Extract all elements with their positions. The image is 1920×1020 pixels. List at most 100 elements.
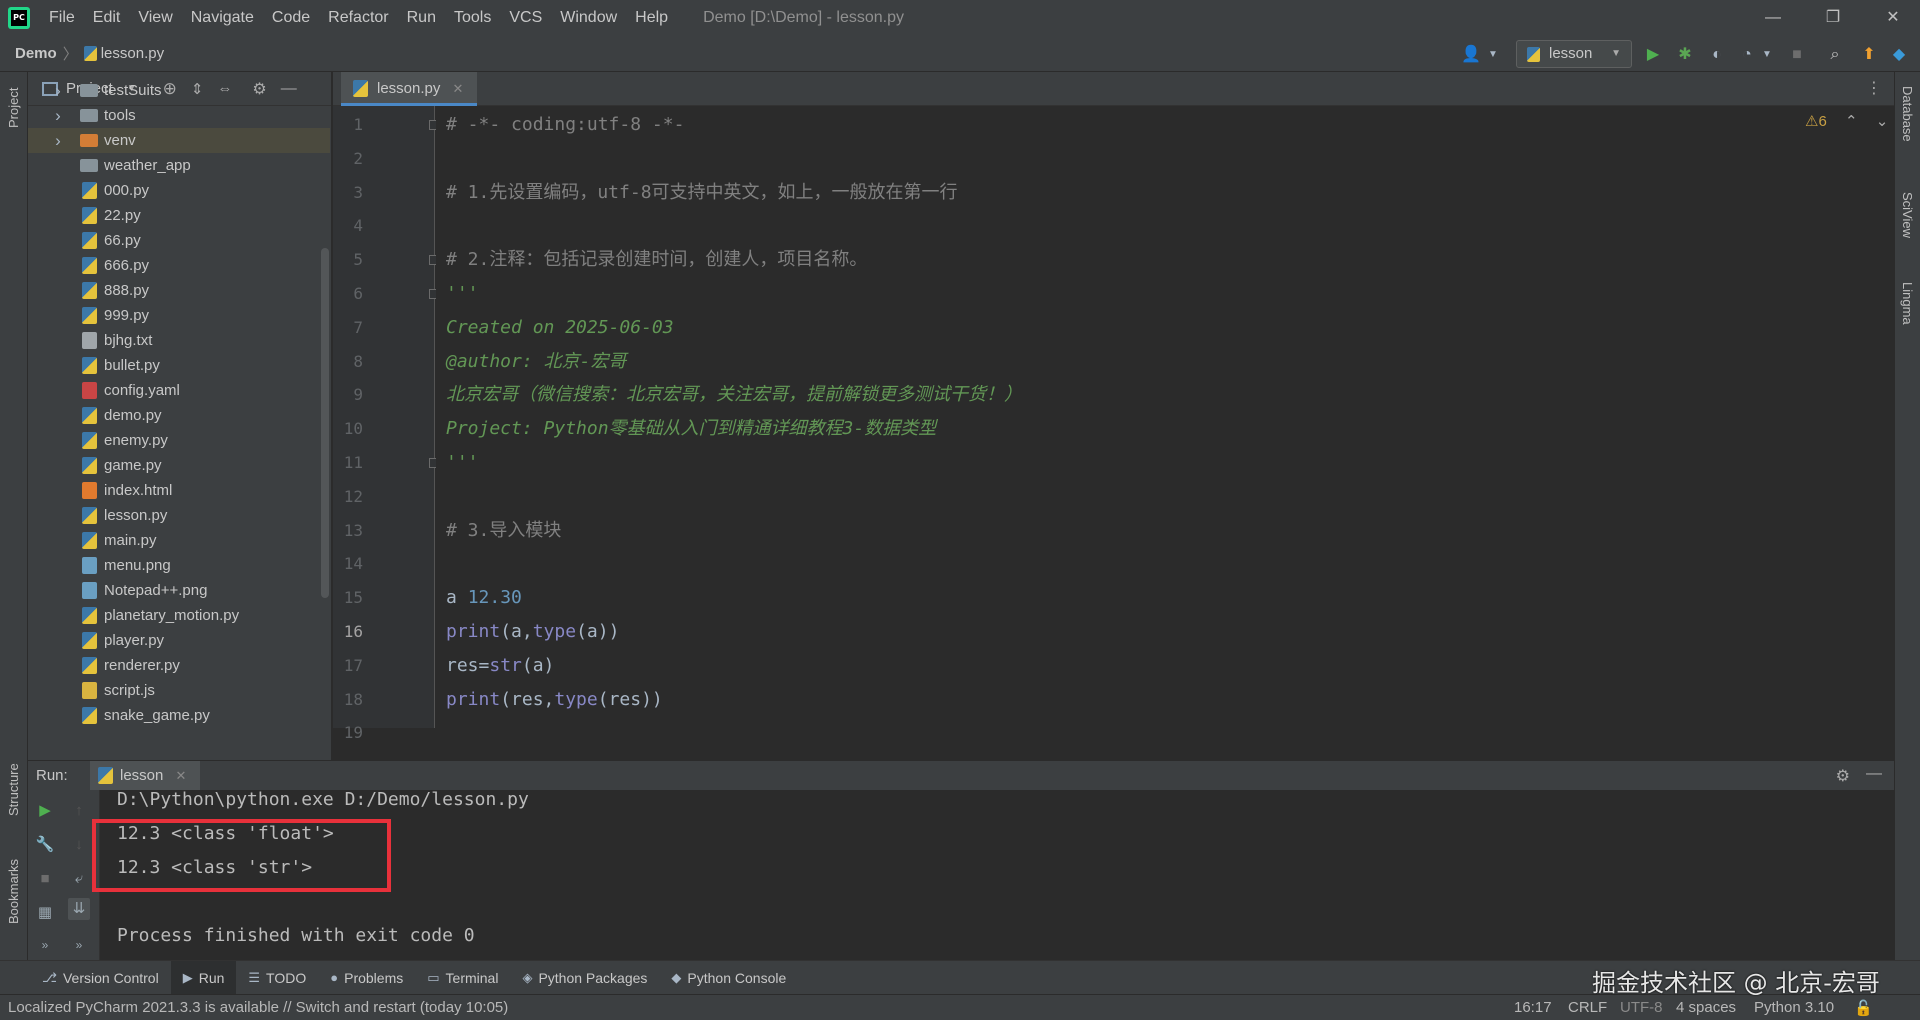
code-line[interactable]: 北京宏哥（微信搜索：北京宏哥，关注宏哥，提前解锁更多测试干货！） xyxy=(446,378,1022,412)
structure-tool-button[interactable]: Structure xyxy=(6,763,21,816)
code-line[interactable]: a 12.30 xyxy=(446,581,522,615)
file-encoding[interactable]: UTF-8 xyxy=(1620,999,1663,1016)
code-line[interactable]: Created on 2025-06-03 xyxy=(446,311,674,345)
scroll-to-end-icon[interactable]: ⇊ xyxy=(68,898,90,920)
lock-icon[interactable]: 🔓 xyxy=(1854,999,1873,1017)
tool-tab-version-control[interactable]: ⎇ Version Control xyxy=(30,961,171,995)
menu-item-file[interactable]: File xyxy=(40,0,84,36)
hide-panel-icon[interactable]: — xyxy=(1866,765,1882,783)
python-interpreter[interactable]: Python 3.10 xyxy=(1754,999,1834,1016)
code-editor[interactable]: # -*- coding:utf-8 -*- # 1.先设置编码，utf-8可支持… xyxy=(436,106,1891,728)
layout-icon[interactable]: ▦ xyxy=(34,902,56,924)
minimize-button[interactable]: — xyxy=(1746,0,1800,36)
stop-icon[interactable]: ■ xyxy=(1786,44,1808,66)
menu-item-view[interactable]: View xyxy=(129,0,181,36)
project-tree-item[interactable]: 66.py xyxy=(28,228,330,253)
arrow-down-icon[interactable]: ↓ xyxy=(68,834,90,856)
code-line[interactable]: # 2.注释：包括记录创建时间，创建人，项目名称。 xyxy=(446,243,867,277)
project-tree-item[interactable]: weather_app xyxy=(28,153,330,178)
status-message[interactable]: Localized PyCharm 2021.3.3 is available … xyxy=(8,999,508,1016)
tool-tab-run[interactable]: ▶ Run xyxy=(170,960,237,995)
caret-position[interactable]: 16:17 xyxy=(1514,999,1552,1016)
project-tree-item[interactable]: 000.py xyxy=(28,178,330,203)
close-tab-icon[interactable]: ✕ xyxy=(176,768,187,783)
code-line[interactable]: # 1.先设置编码，utf-8可支持中英文，如上，一般放在第一行 xyxy=(446,176,958,210)
project-tree-item[interactable]: script.js xyxy=(28,678,330,703)
project-tool-button[interactable]: Project xyxy=(6,88,21,128)
project-tree-item[interactable]: bjhg.txt xyxy=(28,328,330,353)
project-tree-item[interactable]: › testSuits xyxy=(28,78,330,103)
wrench-icon[interactable]: 🔧 xyxy=(34,834,56,856)
stop-icon[interactable]: ■ xyxy=(34,868,56,890)
bookmarks-tool-button[interactable]: Bookmarks xyxy=(6,859,21,924)
run-configuration-selector[interactable]: lesson ▼ xyxy=(1516,40,1632,68)
database-tool-button[interactable]: Database xyxy=(1900,86,1915,142)
code-line[interactable]: print(res,type(res)) xyxy=(446,683,663,717)
lingma-tool-button[interactable]: Lingma xyxy=(1900,282,1915,325)
project-tree-item[interactable]: › venv xyxy=(28,128,330,153)
menu-item-edit[interactable]: Edit xyxy=(84,0,130,36)
project-tree-item[interactable]: planetary_motion.py xyxy=(28,603,330,628)
project-scrollbar[interactable] xyxy=(321,248,329,598)
soft-wrap-icon[interactable]: ⤶ xyxy=(68,868,90,890)
project-tree-item[interactable]: 22.py xyxy=(28,203,330,228)
arrow-up-icon[interactable]: ↑ xyxy=(68,800,90,822)
project-tree-item[interactable]: config.yaml xyxy=(28,378,330,403)
project-tree-item[interactable]: 999.py xyxy=(28,303,330,328)
menu-item-vcs[interactable]: VCS xyxy=(500,0,551,36)
tool-tab-problems[interactable]: ● Problems xyxy=(318,961,415,995)
code-line[interactable]: print(a,type(a)) xyxy=(446,615,619,649)
code-line[interactable]: @author: 北京-宏哥 xyxy=(446,345,626,379)
menu-item-run[interactable]: Run xyxy=(398,0,445,36)
project-tree-item[interactable]: demo.py xyxy=(28,403,330,428)
search-icon[interactable]: ⌕ xyxy=(1824,44,1846,66)
project-tree-item[interactable]: renderer.py xyxy=(28,653,330,678)
menu-item-window[interactable]: Window xyxy=(551,0,626,36)
coverage-icon[interactable]: ◐ xyxy=(1706,44,1728,66)
tool-tab-todo[interactable]: ☰ TODO xyxy=(236,961,318,995)
code-line[interactable]: res=str(a) xyxy=(446,649,554,683)
tab-lesson-py[interactable]: lesson.py ✕ xyxy=(341,72,478,106)
chevron-down-icon[interactable]: ⌄ xyxy=(1876,113,1889,130)
more-options-icon[interactable]: ⋮ xyxy=(1866,78,1882,98)
project-tree-item[interactable]: game.py xyxy=(28,453,330,478)
project-tree-item[interactable]: lesson.py xyxy=(28,503,330,528)
project-tree-item[interactable]: 888.py xyxy=(28,278,330,303)
project-tree-item[interactable]: 666.py xyxy=(28,253,330,278)
more-icon[interactable]: » xyxy=(68,934,90,956)
project-tree-item[interactable]: main.py xyxy=(28,528,330,553)
debug-icon[interactable]: ✱ xyxy=(1674,44,1696,66)
menu-item-navigate[interactable]: Navigate xyxy=(182,0,263,36)
project-tree-item[interactable]: snake_game.py xyxy=(28,703,330,728)
run-tab-lesson[interactable]: lesson ✕ xyxy=(90,761,201,791)
indent-setting[interactable]: 4 spaces xyxy=(1676,999,1736,1016)
chevron-right-icon[interactable]: › xyxy=(52,128,64,153)
inspection-widget[interactable]: ⚠6 ⌃ ⌄ xyxy=(1805,112,1888,130)
project-tree-item[interactable]: player.py xyxy=(28,628,330,653)
sciview-tool-button[interactable]: SciView xyxy=(1900,192,1915,238)
project-tree-item[interactable]: › tools xyxy=(28,103,330,128)
more-icon[interactable]: » xyxy=(34,934,56,956)
menu-item-code[interactable]: Code xyxy=(263,0,319,36)
run-icon[interactable]: ▶ xyxy=(1642,44,1664,66)
project-tree-item[interactable]: enemy.py xyxy=(28,428,330,453)
user-account-icon[interactable]: 👤 xyxy=(1460,44,1482,66)
code-line[interactable]: # -*- coding:utf-8 -*- xyxy=(446,108,684,142)
breadcrumb-project[interactable]: Demo xyxy=(15,45,57,62)
chevron-right-icon[interactable]: › xyxy=(52,78,64,103)
profile-icon[interactable]: ◔ xyxy=(1736,44,1758,66)
project-tree-item[interactable]: index.html xyxy=(28,478,330,503)
code-line[interactable]: # 3.导入模块 xyxy=(446,514,561,548)
chevron-right-icon[interactable]: › xyxy=(52,103,64,128)
project-tree-item[interactable]: Notepad++.png xyxy=(28,578,330,603)
toolbox-icon[interactable]: ◆ xyxy=(1888,44,1910,66)
tool-tab-python-console[interactable]: ◆ Python Console xyxy=(659,961,798,995)
close-button[interactable]: ✕ xyxy=(1866,0,1920,36)
code-line[interactable]: ''' xyxy=(446,277,479,311)
line-separator[interactable]: CRLF xyxy=(1568,999,1607,1016)
tool-tab-python-packages[interactable]: ◈ Python Packages xyxy=(510,961,659,995)
restore-button[interactable]: ❐ xyxy=(1806,0,1860,36)
chevron-up-icon[interactable]: ⌃ xyxy=(1845,113,1858,130)
code-line[interactable]: Project: Python零基础从入门到精通详细教程3-数据类型 xyxy=(446,412,936,446)
chevron-down-icon[interactable]: ▼ xyxy=(1756,44,1778,66)
